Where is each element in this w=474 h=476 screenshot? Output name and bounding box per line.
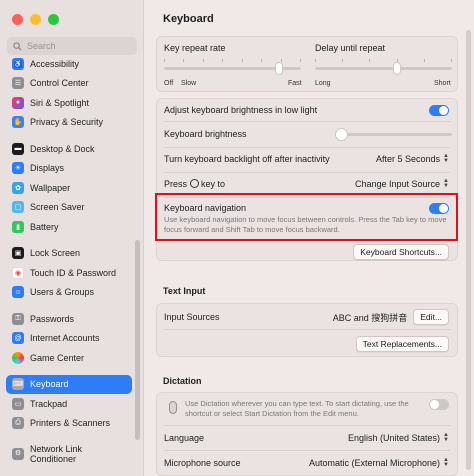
chevron-updown-icon: ▲ ▼ — [443, 178, 449, 189]
game-center-icon — [12, 351, 24, 364]
sidebar-item-accessibility[interactable]: ♿ Accessibility — [6, 54, 132, 74]
sidebar-scrollbar[interactable] — [135, 240, 140, 440]
chevron-updown-icon: ▲ ▼ — [443, 432, 449, 443]
dictation-card: Use Dictation wherever you can type text… — [156, 392, 458, 476]
dictation-toggle[interactable] — [429, 399, 449, 410]
sidebar-item-displays[interactable]: ☀ Displays — [6, 159, 132, 179]
at-icon: @ — [12, 332, 24, 345]
sidebar-item-battery[interactable]: ▮ Battery — [6, 217, 132, 237]
highlight-box — [155, 193, 458, 241]
dock-icon: ▬ — [12, 142, 24, 155]
chevron-updown-icon: ▲ ▼ — [443, 457, 449, 468]
delay-knob[interactable] — [393, 62, 401, 75]
lock-icon: ▣ — [12, 247, 24, 260]
sidebar-item-internet-accounts[interactable]: @ Internet Accounts — [6, 329, 132, 349]
fingerprint-icon: ◉ — [12, 266, 24, 279]
search-input[interactable]: Search — [7, 37, 137, 55]
display-icon: ☀ — [12, 162, 24, 175]
microphone-icon — [169, 401, 177, 414]
input-sources-value: ABC and 搜狗拼音 — [332, 312, 408, 323]
main-scrollbar[interactable] — [466, 30, 471, 470]
sidebar-item-control-center[interactable]: ☰ Control Center — [6, 74, 132, 94]
input-sources-edit-button[interactable]: Edit... — [413, 309, 449, 325]
sidebar-item-game-center[interactable]: Game Center — [6, 348, 132, 368]
brightness-slider[interactable] — [337, 133, 452, 136]
siri-icon: ● — [12, 96, 24, 109]
brightness-knob[interactable] — [335, 128, 348, 141]
adjust-brightness-row: Adjust keyboard brightness in low light — [164, 102, 449, 118]
key-repeat-card: Key repeat rate Delay until repeat Off S… — [156, 36, 458, 92]
off-label: Off — [164, 80, 174, 87]
sidebar-item-lock-screen[interactable]: ▣ Lock Screen — [6, 244, 132, 264]
press-key-popup[interactable]: Change Input Source ▲ ▼ — [355, 178, 449, 189]
sidebar-item-keyboard[interactable]: ⌨ Keyboard — [6, 374, 132, 394]
close-window-button[interactable] — [12, 14, 23, 25]
sidebar-nav: ♿ Accessibility ☰ Control Center ● Siri & S… — [6, 54, 132, 468]
keyboard-shortcuts-button[interactable]: Keyboard Shortcuts... — [353, 244, 449, 260]
wallpaper-icon: ✿ — [12, 181, 24, 194]
network-icon: ⚙ — [12, 448, 24, 460]
sidebar-item-network-link-conditioner[interactable]: ⚙ Network Link Conditioner — [6, 440, 132, 468]
long-label: Long — [315, 80, 331, 87]
search-placeholder: Search — [27, 41, 56, 51]
language-row: Language English (United States) ▲ ▼ — [164, 432, 449, 443]
window-controls — [12, 14, 59, 25]
printer-icon: ⎙ — [12, 417, 24, 430]
page-title: Keyboard — [163, 13, 214, 25]
sidebar: Search ♿ Accessibility ☰ Control Center ● S… — [0, 0, 144, 476]
short-label: Short — [434, 80, 451, 87]
sidebar-item-printers-scanners[interactable]: ⎙ Printers & Scanners — [6, 414, 132, 434]
backlight-popup[interactable]: After 5 Seconds ▲ ▼ — [376, 153, 449, 164]
sidebar-item-siri-spotlight[interactable]: ● Siri & Spotlight — [6, 93, 132, 113]
text-replacements-button[interactable]: Text Replacements... — [355, 336, 449, 352]
press-key-row: Press key to Change Input Source ▲ ▼ — [164, 178, 449, 189]
trackpad-icon: ▭ — [12, 397, 24, 410]
text-input-heading: Text Input — [163, 286, 206, 296]
sidebar-item-wallpaper[interactable]: ✿ Wallpaper — [6, 178, 132, 198]
microphone-row: Microphone source Automatic (External Mi… — [164, 457, 449, 468]
text-input-card: Input Sources ABC and 搜狗拼音 Edit... Text R… — [156, 303, 458, 357]
search-icon — [13, 41, 22, 51]
accessibility-icon: ♿ — [12, 57, 24, 70]
key-repeat-knob[interactable] — [275, 62, 283, 75]
input-sources-row: Input Sources ABC and 搜狗拼音 Edit... — [164, 308, 449, 326]
key-repeat-label: Key repeat rate — [164, 43, 226, 53]
delay-slider[interactable] — [315, 67, 452, 70]
adjust-brightness-toggle[interactable] — [429, 104, 449, 116]
dictation-description: Use Dictation wherever you can type text… — [185, 399, 409, 418]
sidebar-item-privacy-security[interactable]: ✋ Privacy & Security — [6, 113, 132, 133]
key-icon: ⚿ — [12, 312, 24, 325]
sidebar-item-users-groups[interactable]: ☺ Users & Groups — [6, 283, 132, 303]
zoom-window-button[interactable] — [48, 14, 59, 25]
globe-icon — [189, 179, 199, 188]
users-icon: ☺ — [12, 286, 24, 299]
sidebar-item-passwords[interactable]: ⚿ Passwords — [6, 309, 132, 329]
microphone-popup[interactable]: Automatic (External Microphone) ▲ ▼ — [309, 457, 449, 468]
fast-label: Fast — [288, 80, 302, 87]
language-popup[interactable]: English (United States) ▲ ▼ — [348, 432, 449, 443]
battery-icon: ▮ — [12, 220, 24, 233]
slow-label: Slow — [181, 80, 197, 87]
chevron-updown-icon: ▲ ▼ — [443, 153, 449, 164]
control-center-icon: ☰ — [12, 77, 24, 90]
sidebar-item-screen-saver[interactable]: ▢ Screen Saver — [6, 198, 132, 218]
sidebar-item-desktop-dock[interactable]: ▬ Desktop & Dock — [6, 139, 132, 159]
delay-ticks — [315, 59, 452, 62]
keyboard-icon: ⌨ — [12, 378, 24, 391]
sidebar-item-trackpad[interactable]: ▭ Trackpad — [6, 394, 132, 414]
minimize-window-button[interactable] — [30, 14, 41, 25]
dictation-heading: Dictation — [163, 376, 202, 386]
screen-saver-icon: ▢ — [12, 201, 24, 214]
sidebar-item-touch-id[interactable]: ◉ Touch ID & Password — [6, 263, 132, 283]
delay-label: Delay until repeat — [315, 43, 386, 53]
hand-icon: ✋ — [12, 116, 24, 129]
backlight-row: Turn keyboard backlight off after inacti… — [164, 153, 449, 164]
